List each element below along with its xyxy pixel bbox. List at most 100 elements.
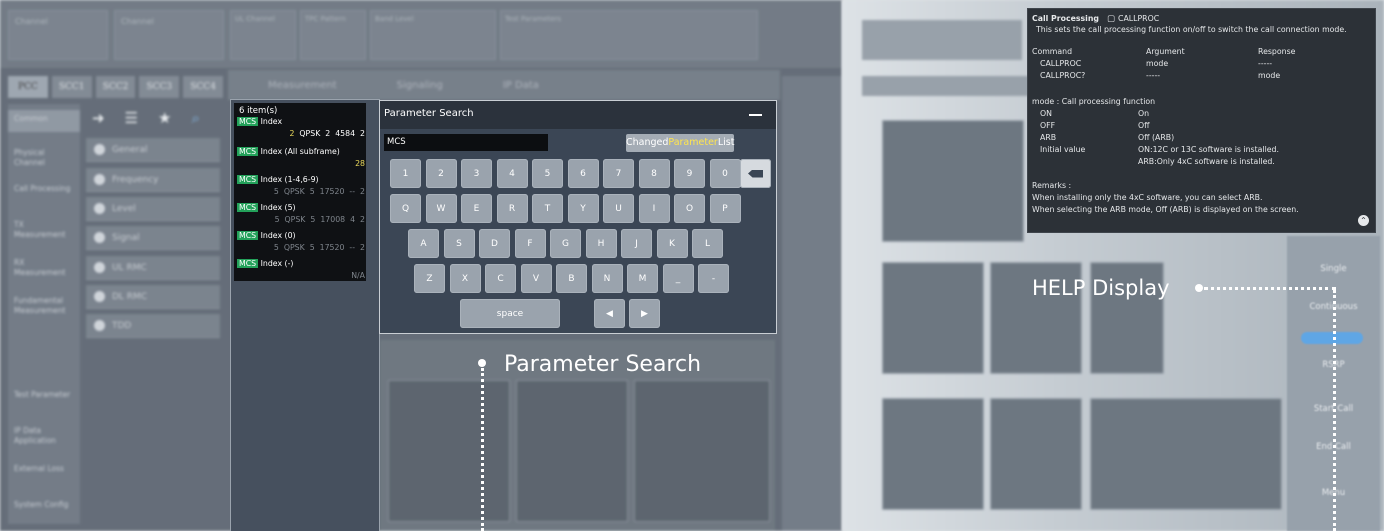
sub-item[interactable]: Frequency xyxy=(86,168,220,192)
arrow-right-icon[interactable]: ➜ xyxy=(92,109,105,127)
nav-item[interactable]: Fundamental Measurement xyxy=(8,292,80,320)
key-d[interactable]: D xyxy=(479,229,510,258)
tab-pcc[interactable]: PCC xyxy=(8,76,48,98)
key-j[interactable]: J xyxy=(621,229,652,258)
help-mode-heading: mode : Call processing function xyxy=(1032,97,1156,106)
sub-item[interactable]: General xyxy=(86,138,220,162)
sub-item[interactable]: Signal xyxy=(86,226,220,250)
key-h[interactable]: H xyxy=(585,229,617,258)
minimize-button[interactable] xyxy=(749,114,762,116)
nav-item[interactable]: System Config xyxy=(8,496,80,514)
top-cell: UL Channel xyxy=(230,10,296,60)
backspace-key[interactable] xyxy=(740,159,771,188)
tab-scc3[interactable]: SCC3 xyxy=(139,76,180,98)
key-o[interactable]: O xyxy=(674,194,705,223)
key-u[interactable]: U xyxy=(603,194,634,223)
key-_[interactable]: _ xyxy=(662,264,694,293)
key-n[interactable]: N xyxy=(591,264,623,293)
key-k[interactable]: K xyxy=(656,229,688,258)
tab-scc4[interactable]: SCC4 xyxy=(183,76,223,98)
key-w[interactable]: W xyxy=(425,194,457,223)
result-values: N/A xyxy=(237,270,365,281)
key-6[interactable]: 6 xyxy=(567,159,599,188)
result-value: -- xyxy=(349,243,356,252)
key-g[interactable]: G xyxy=(550,229,581,258)
sub-item[interactable]: DL RMC xyxy=(86,285,220,309)
result-value: 17008 xyxy=(320,215,346,224)
nav-item[interactable]: RX Measurement xyxy=(8,254,80,282)
result-item[interactable]: MCS Index (5) 5 QPSK 5 17008 4 2 xyxy=(237,202,367,230)
key-1[interactable]: 1 xyxy=(390,159,421,188)
key-5[interactable]: 5 xyxy=(532,159,563,188)
cursor-right-key[interactable]: ▶ xyxy=(629,299,660,328)
sub-item[interactable]: Level xyxy=(86,197,220,221)
key-b[interactable]: B xyxy=(556,264,587,293)
sub-item[interactable]: TDD xyxy=(86,314,220,338)
nav-item[interactable]: Common xyxy=(8,110,80,132)
key-z[interactable]: Z xyxy=(414,264,445,293)
key-i[interactable]: I xyxy=(638,194,670,223)
callout-parameter-search: Parameter Search xyxy=(504,352,702,377)
graph-panel xyxy=(516,380,628,522)
result-item[interactable]: MCS Index (-) N/A xyxy=(237,258,367,286)
key-l[interactable]: L xyxy=(692,229,723,258)
key-s[interactable]: S xyxy=(443,229,475,258)
key-7[interactable]: 7 xyxy=(603,159,634,188)
tab-ip-data[interactable]: IP Data xyxy=(503,80,539,91)
nav-item[interactable]: TX Measurement xyxy=(8,216,80,244)
nav-item[interactable]: Call Processing xyxy=(8,180,80,198)
list-arrow-icon[interactable]: ☰ xyxy=(125,109,138,127)
space-key[interactable]: space xyxy=(460,299,560,328)
tab-signaling[interactable]: Signaling xyxy=(397,80,443,91)
key-q[interactable]: Q xyxy=(390,194,421,223)
top-cell: Test Parameters xyxy=(500,10,758,60)
result-item[interactable]: MCS Index (1-4,6-9) 5 QPSK 5 17520 -- 2 xyxy=(237,174,367,202)
cursor-left-key[interactable]: ◀ xyxy=(594,299,625,328)
changed-parameter-list-button[interactable]: ChangedParameterList xyxy=(626,134,734,152)
result-values: 5 QPSK 5 17008 4 2 xyxy=(237,214,365,225)
key--[interactable]: - xyxy=(698,264,729,293)
key-r[interactable]: R xyxy=(496,194,528,223)
result-values: 5 QPSK 5 17520 -- 2 xyxy=(237,186,365,197)
chevron-icon xyxy=(94,262,105,273)
key-t[interactable]: T xyxy=(532,194,563,223)
search-input[interactable]: MCS xyxy=(384,134,548,151)
star-icon[interactable]: ★ xyxy=(158,109,171,127)
key-8[interactable]: 8 xyxy=(638,159,670,188)
key-0[interactable]: 0 xyxy=(709,159,741,188)
collapse-up-icon[interactable]: ⌃ xyxy=(1358,215,1369,226)
results-count: 6 item(s) xyxy=(239,106,278,116)
key-m[interactable]: M xyxy=(627,264,658,293)
sub-item[interactable]: UL RMC xyxy=(86,256,220,280)
result-item[interactable]: MCS Index 2 QPSK 2 4584 2 xyxy=(237,116,367,144)
result-item[interactable]: MCS Index (All subframe) 28 xyxy=(237,146,367,174)
key-4[interactable]: 4 xyxy=(496,159,528,188)
toggle-pill[interactable] xyxy=(1301,332,1363,344)
key-c[interactable]: C xyxy=(485,264,516,293)
tab-scc1[interactable]: SCC1 xyxy=(51,76,92,98)
key-2[interactable]: 2 xyxy=(425,159,457,188)
key-y[interactable]: Y xyxy=(567,194,599,223)
nav-item[interactable]: Test Parameter xyxy=(8,386,80,404)
key-f[interactable]: F xyxy=(514,229,546,258)
key-3[interactable]: 3 xyxy=(461,159,492,188)
key-9[interactable]: 9 xyxy=(674,159,705,188)
nav-item[interactable]: IP Data Application xyxy=(8,422,80,450)
result-tag: MCS xyxy=(237,259,259,268)
result-item[interactable]: MCS Index (0) 5 QPSK 5 17520 -- 2 xyxy=(237,230,367,258)
nav-item[interactable]: Physical Channel xyxy=(8,144,80,172)
tab-scc2[interactable]: SCC2 xyxy=(95,76,136,98)
key-e[interactable]: E xyxy=(461,194,492,223)
key-x[interactable]: X xyxy=(449,264,481,293)
help-cell: OFF xyxy=(1040,121,1056,130)
bg-graph xyxy=(882,398,984,510)
nav-item[interactable]: External Loss xyxy=(8,460,80,478)
button-label-part: List xyxy=(717,137,735,148)
tab-measurement[interactable]: Measurement xyxy=(268,80,337,91)
key-p[interactable]: P xyxy=(709,194,741,223)
search-icon[interactable]: ⌕ xyxy=(191,109,199,127)
key-a[interactable]: A xyxy=(408,229,439,258)
key-v[interactable]: V xyxy=(520,264,552,293)
menu-single[interactable]: Single xyxy=(1287,264,1380,274)
bg-strip xyxy=(862,76,1032,96)
